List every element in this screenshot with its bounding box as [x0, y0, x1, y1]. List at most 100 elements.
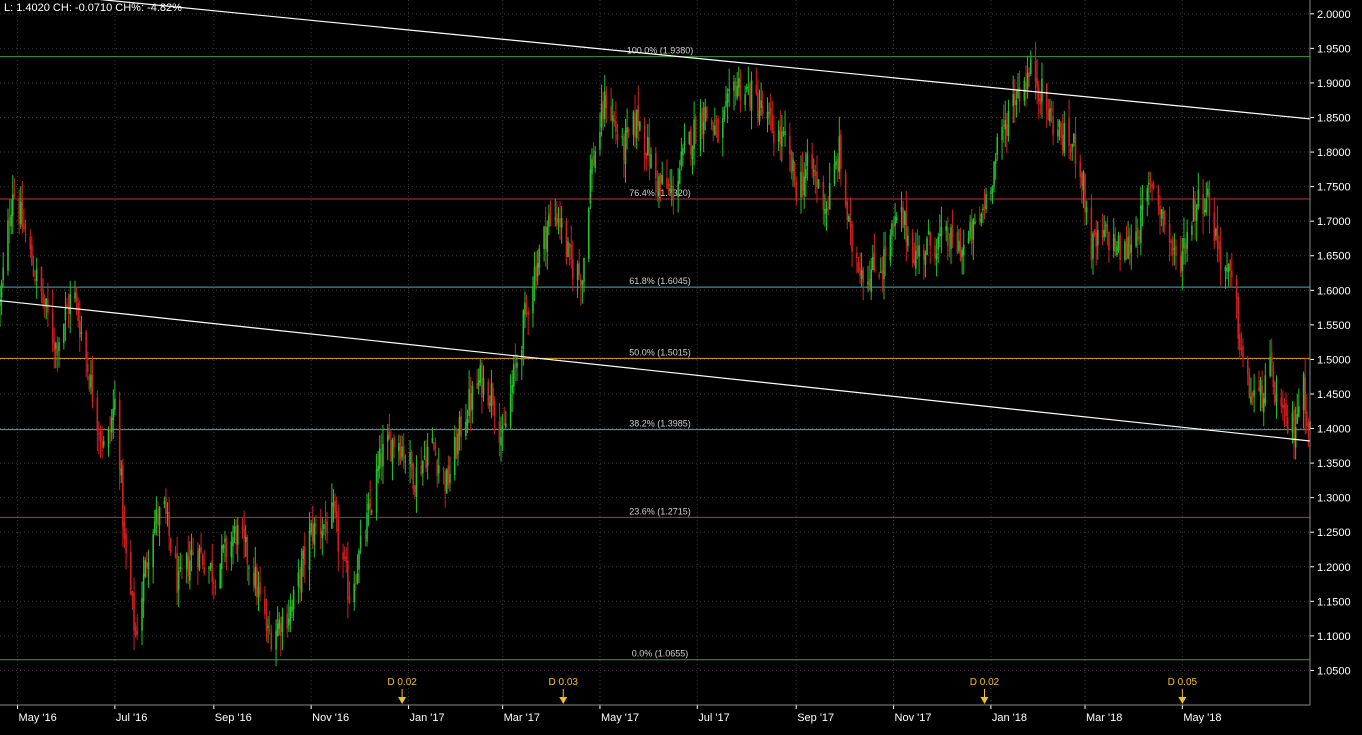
- candle-body: [959, 242, 962, 261]
- dividend-label: D 0.05: [1168, 677, 1198, 688]
- candle-body: [717, 118, 719, 143]
- candle-body: [745, 87, 748, 90]
- x-tick-label: Sep '17: [797, 712, 834, 724]
- candle-body: [492, 387, 494, 405]
- candle-body: [860, 270, 863, 280]
- candle-body: [505, 423, 507, 428]
- candle-body: [645, 152, 648, 159]
- candle-body: [1151, 183, 1153, 188]
- candle-body: [449, 473, 451, 484]
- candle-body: [744, 94, 746, 105]
- candle-body: [1041, 78, 1043, 102]
- candle-body: [0, 298, 1, 307]
- candle-body: [270, 632, 273, 650]
- candle-body: [862, 268, 865, 283]
- candle-body: [331, 502, 333, 529]
- candle-body: [278, 619, 281, 629]
- y-tick-label: 1.4500: [1317, 389, 1351, 401]
- candle-body: [627, 129, 630, 133]
- candle-body: [276, 623, 279, 637]
- candle-body: [844, 172, 847, 206]
- candle-body: [958, 240, 960, 251]
- y-tick-label: 1.9000: [1317, 78, 1351, 90]
- candle-body: [487, 382, 490, 406]
- candle-body: [181, 568, 183, 570]
- dividend-label: D 0.03: [549, 677, 579, 688]
- candle-body: [602, 100, 604, 120]
- candle-body: [923, 249, 925, 260]
- candle-body: [109, 430, 111, 432]
- candle-body: [857, 262, 860, 272]
- x-tick-label: Mar '18: [1086, 712, 1122, 724]
- candle-body: [1192, 198, 1195, 222]
- candle-body: [1081, 173, 1083, 187]
- y-tick-label: 1.7000: [1317, 216, 1351, 228]
- candle-body: [388, 432, 391, 440]
- candle-body: [812, 169, 815, 172]
- candle-body: [265, 618, 268, 631]
- candle-body: [133, 592, 135, 631]
- candle-body: [404, 460, 407, 462]
- candle-body: [423, 455, 426, 458]
- candle-body: [838, 136, 841, 172]
- candle-body: [51, 309, 54, 343]
- candle-body: [168, 512, 170, 536]
- candle-body: [554, 217, 557, 220]
- candle-body: [734, 81, 737, 97]
- candle-body: [924, 253, 927, 265]
- candle-body: [130, 551, 132, 594]
- candle-body: [1264, 375, 1267, 404]
- candle-body: [252, 572, 255, 586]
- candle-body: [916, 245, 919, 257]
- candle-body: [268, 630, 271, 632]
- candle-body: [479, 365, 482, 383]
- candle-body: [78, 320, 81, 338]
- candle-body: [532, 287, 534, 314]
- candle-body: [950, 227, 952, 250]
- candle-body: [846, 201, 849, 221]
- candle-body: [1274, 382, 1276, 405]
- candle-body: [324, 519, 327, 524]
- candle-body: [905, 210, 908, 243]
- candle-body: [580, 278, 582, 289]
- candle-body: [187, 556, 190, 576]
- candle-body: [98, 433, 100, 435]
- candle-body: [112, 408, 115, 420]
- candle-body: [773, 130, 775, 144]
- candle-body: [378, 448, 381, 469]
- candle-body: [1084, 173, 1086, 212]
- candle-body: [380, 453, 383, 466]
- candle-body: [926, 238, 928, 255]
- candle-body: [974, 221, 976, 224]
- candle-body: [42, 291, 44, 304]
- candle-body: [1195, 205, 1198, 222]
- candle-body: [683, 140, 686, 146]
- candle-body: [594, 150, 596, 168]
- candle-body: [259, 582, 261, 595]
- candle-body: [867, 281, 869, 285]
- candle-body: [1298, 406, 1300, 417]
- candle-body: [525, 304, 528, 307]
- candle-body: [1246, 360, 1249, 375]
- candle-body: [1203, 209, 1206, 213]
- candle-body: [691, 146, 694, 160]
- price-info-label: L: 1.4020 CH: -0.0710 CH%: -4.82%: [4, 2, 182, 14]
- candle-body: [141, 597, 143, 631]
- stock-chart[interactable]: L: 1.4020 CH: -0.0710 CH%: -4.82% 100.0%…: [0, 0, 1362, 730]
- candle-body: [1029, 59, 1032, 74]
- candle-body: [2, 267, 4, 280]
- candle-body: [200, 546, 202, 553]
- candle-body: [870, 269, 873, 292]
- candle-body: [1237, 297, 1239, 339]
- candle-body: [945, 225, 947, 232]
- candle-body: [1213, 212, 1216, 242]
- trendline: [98, 0, 1311, 120]
- candle-body: [822, 181, 825, 211]
- candle-body: [766, 111, 769, 119]
- candle-body: [1202, 194, 1204, 215]
- candle-body: [1058, 120, 1061, 128]
- candle-body: [527, 311, 529, 315]
- chart-canvas[interactable]: 100.0% (1.9380)76.4% (1.7320)61.8% (1.60…: [0, 0, 1362, 730]
- candle-body: [833, 163, 836, 185]
- candle-body: [769, 108, 772, 116]
